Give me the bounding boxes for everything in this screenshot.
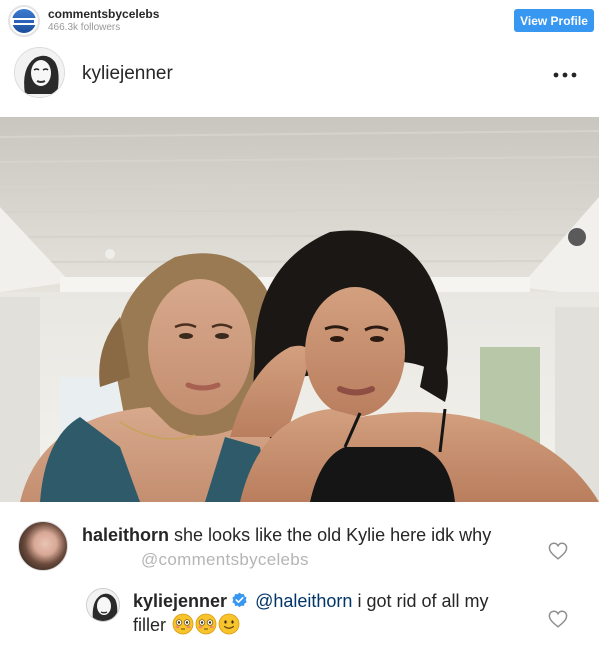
embed-header: commentsbycelebs 466.3k followers View P… bbox=[0, 0, 599, 44]
comment-text: she looks like the old Kylie here idk wh… bbox=[174, 525, 492, 545]
comment-username[interactable]: haleithorn bbox=[82, 525, 169, 545]
post-author-username[interactable]: kyliejenner bbox=[82, 63, 173, 85]
reply-body: kyliejenner @haleithorn i got rid of all… bbox=[133, 590, 523, 637]
account-name[interactable]: commentsbycelebs bbox=[48, 7, 159, 21]
commenter-avatar[interactable] bbox=[18, 521, 68, 571]
view-profile-button[interactable]: View Profile bbox=[514, 9, 594, 32]
follower-count: 466.3k followers bbox=[48, 22, 121, 33]
account-avatar[interactable] bbox=[8, 5, 40, 37]
verified-badge-icon bbox=[232, 592, 247, 608]
smiling-face-emoji-icon bbox=[218, 613, 240, 635]
watermark: @commentsbycelebs bbox=[141, 550, 309, 569]
mention-link[interactable]: @haleithorn bbox=[255, 591, 352, 611]
flushed-face-emoji-icon bbox=[172, 613, 194, 635]
more-horizontal-icon[interactable] bbox=[553, 72, 577, 78]
reply-author-avatar[interactable] bbox=[86, 588, 120, 622]
flushed-face-emoji-icon bbox=[195, 613, 217, 635]
comment: haleithorn she looks like the old Kylie … bbox=[0, 505, 599, 585]
comment-reply: kyliejenner @haleithorn i got rid of all… bbox=[0, 585, 599, 650]
like-heart-icon[interactable] bbox=[548, 610, 568, 628]
post-header: kyliejenner bbox=[0, 44, 599, 114]
like-heart-icon[interactable] bbox=[548, 542, 568, 560]
comment-body: haleithorn she looks like the old Kylie … bbox=[82, 523, 502, 547]
post-author-avatar[interactable] bbox=[14, 47, 65, 98]
post-photo[interactable] bbox=[0, 117, 599, 502]
reply-username[interactable]: kyliejenner bbox=[133, 591, 227, 611]
